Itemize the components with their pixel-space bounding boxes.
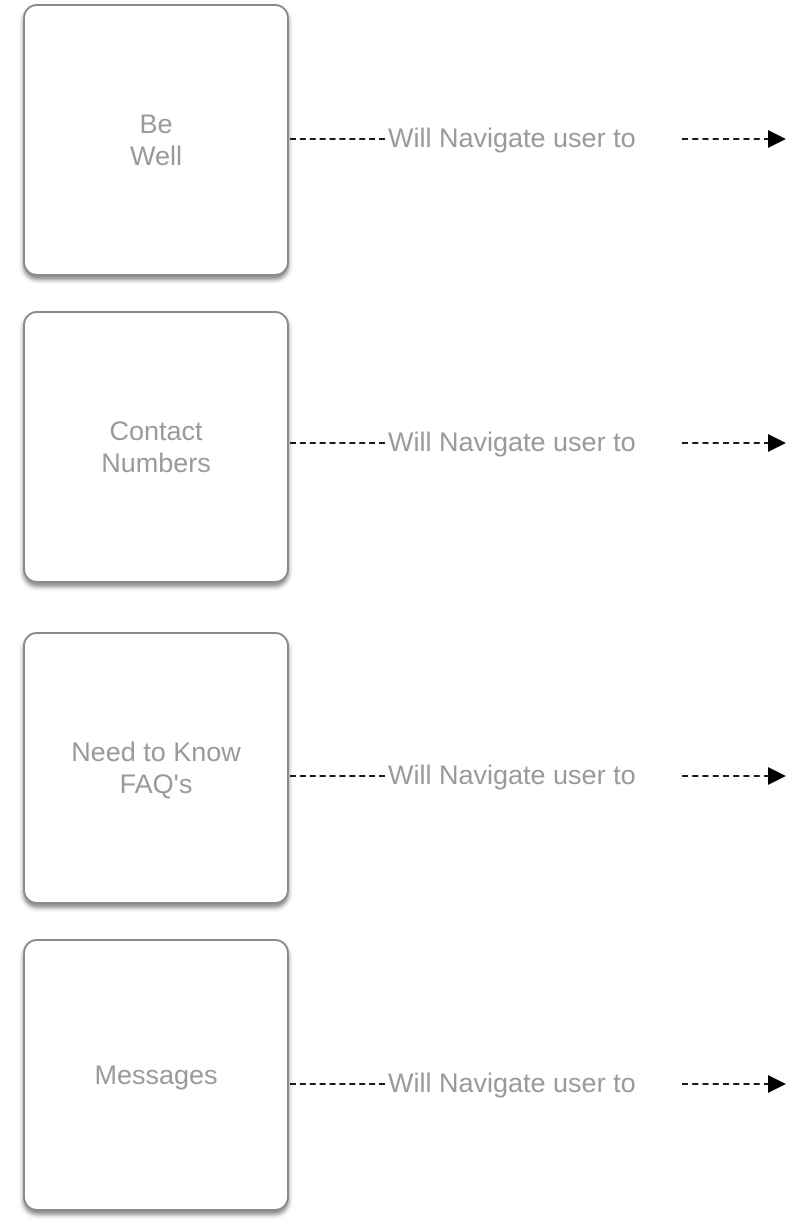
be-well-card[interactable]: Be Well xyxy=(23,4,289,276)
arrow-head-icon xyxy=(768,434,786,452)
navigation-connector: Will Navigate user to xyxy=(290,1064,796,1104)
navigation-connector: Will Navigate user to xyxy=(290,756,796,796)
need-to-know-faqs-card[interactable]: Need to Know FAQ's xyxy=(23,632,289,904)
messages-card[interactable]: Messages xyxy=(23,939,289,1211)
connector-label: Will Navigate user to xyxy=(388,123,636,153)
dashed-line xyxy=(682,442,770,444)
card-label: Contact Numbers xyxy=(101,416,211,478)
navigation-connector: Will Navigate user to xyxy=(290,119,796,159)
card-label: Need to Know FAQ's xyxy=(71,737,241,799)
card-label: Messages xyxy=(94,1060,218,1090)
contact-numbers-card[interactable]: Contact Numbers xyxy=(23,311,289,583)
navigation-connector: Will Navigate user to xyxy=(290,423,796,463)
arrow-head-icon xyxy=(768,767,786,785)
arrow-head-icon xyxy=(768,1075,786,1093)
dashed-line xyxy=(290,775,385,777)
connector-label: Will Navigate user to xyxy=(388,427,636,457)
dashed-line xyxy=(682,138,770,140)
card-label: Be Well xyxy=(129,109,182,171)
connector-label: Will Navigate user to xyxy=(388,1068,636,1098)
dashed-line xyxy=(682,1083,770,1085)
dashed-line xyxy=(290,138,385,140)
connector-label: Will Navigate user to xyxy=(388,760,636,790)
dashed-line xyxy=(682,775,770,777)
arrow-head-icon xyxy=(768,130,786,148)
dashed-line xyxy=(290,442,385,444)
dashed-line xyxy=(290,1083,385,1085)
